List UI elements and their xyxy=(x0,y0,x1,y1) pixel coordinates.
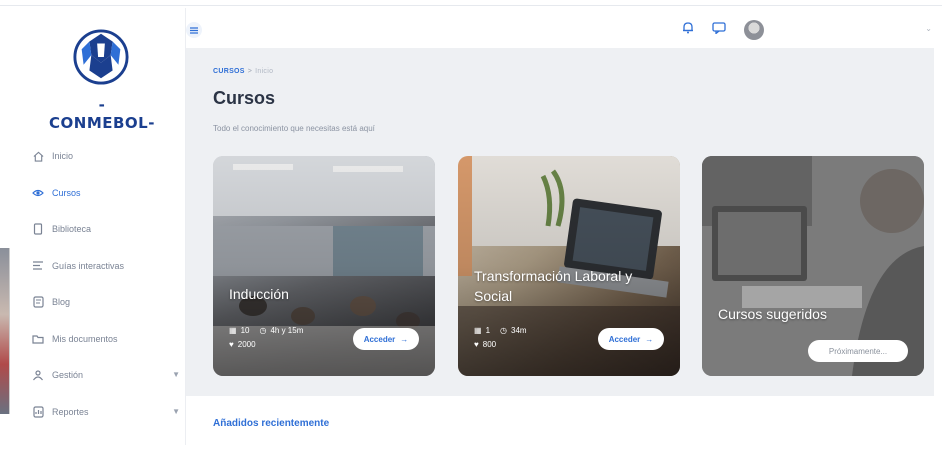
card-title: Cursos sugeridos xyxy=(718,306,827,322)
recently-added-section: Añadidos recientemente xyxy=(186,396,934,445)
card-title: Inducción xyxy=(229,286,289,302)
header-actions xyxy=(682,20,764,40)
arrow-right-icon: → xyxy=(400,334,409,344)
home-icon xyxy=(30,148,46,164)
course-card-transformacion[interactable]: Transformación Laboral y Social ▦ 1 ◷ 34… xyxy=(458,156,680,376)
sidebar-item-label: Gestión xyxy=(52,370,84,381)
modules-count: 1 xyxy=(485,326,491,335)
card-title: Transformación Laboral y Social xyxy=(474,268,633,304)
breadcrumb-current: Inicio xyxy=(255,68,274,75)
clock-icon: ◷ xyxy=(259,326,267,335)
sidebar-item-label: Blog xyxy=(52,297,71,308)
page-title: Cursos xyxy=(213,88,276,108)
sidebar-item-label: Mis documentos xyxy=(52,333,118,344)
likes-count: 2000 xyxy=(237,340,256,349)
chevron-down-icon[interactable]: ⌄ xyxy=(925,24,932,33)
book-icon xyxy=(30,221,46,237)
folder-icon xyxy=(30,331,46,347)
sidebar-item-label: Cursos xyxy=(52,187,81,198)
avatar[interactable] xyxy=(744,20,764,40)
sidebar-item-label: Inicio xyxy=(52,151,74,162)
access-button-label: Acceder xyxy=(608,334,641,344)
arrow-right-icon: → xyxy=(645,334,654,344)
modules-count: 10 xyxy=(240,326,250,335)
modules-icon: ▦ xyxy=(229,326,237,335)
breadcrumb-separator: > xyxy=(247,68,253,75)
sidebar: -CONMEBOL- Inicio Cursos Biblioteca Guía… xyxy=(14,8,186,445)
sidebar-item-gestion[interactable]: Gestión ▼ xyxy=(30,357,180,394)
card-meta-row: ▦ 1 ◷ 34m xyxy=(474,326,527,335)
card-likes-row: ♥ 800 xyxy=(474,340,496,349)
section-title: Añadidos recientemente xyxy=(213,418,330,429)
clock-icon: ◷ xyxy=(500,326,507,335)
page-subtitle: Todo el conocimiento que necesitas está … xyxy=(213,124,375,133)
sidebar-item-inicio[interactable]: Inicio xyxy=(30,138,180,175)
coming-soon-button[interactable]: Próximamente... xyxy=(808,340,908,362)
card-likes-row: ♥ 2000 xyxy=(229,340,256,349)
bell-icon[interactable] xyxy=(682,21,694,39)
course-card-induccion[interactable]: Inducción ▦ 10 ◷ 4h y 15m ♥ 2000 Acceder… xyxy=(213,156,435,376)
sidebar-item-blog[interactable]: Blog xyxy=(30,284,180,321)
background-photo-edge xyxy=(0,248,10,414)
conmebol-ball-icon xyxy=(73,29,129,85)
duration: 4h y 15m xyxy=(270,326,304,335)
sidebar-item-label: Biblioteca xyxy=(52,224,92,235)
chat-icon[interactable] xyxy=(712,21,726,39)
sidebar-item-label: Reportes xyxy=(52,406,89,417)
heart-icon: ♥ xyxy=(229,340,234,349)
sidebar-item-guias[interactable]: Guías interactivas xyxy=(30,248,180,285)
eye-icon xyxy=(30,185,46,201)
course-card-sugeridos[interactable]: Cursos sugeridos Próximamente... xyxy=(702,156,924,376)
duration: 34m xyxy=(511,326,527,335)
hamburger-icon[interactable] xyxy=(186,22,202,38)
breadcrumb: CURSOS > Inicio xyxy=(213,68,273,75)
sidebar-item-cursos[interactable]: Cursos xyxy=(30,175,180,212)
access-button[interactable]: Acceder → xyxy=(353,328,419,350)
likes-count: 800 xyxy=(482,340,497,349)
sidebar-item-reportes[interactable]: Reportes ▼ xyxy=(30,394,180,431)
blog-icon xyxy=(30,294,46,310)
sidebar-nav: Inicio Cursos Biblioteca Guías interacti… xyxy=(30,138,180,430)
chart-icon xyxy=(30,404,46,420)
people-icon xyxy=(30,367,46,383)
conmebol-logo[interactable]: -CONMEBOL- xyxy=(49,28,154,132)
main-content: CURSOS > Inicio Cursos Todo el conocimient… xyxy=(186,48,934,396)
sidebar-item-label: Guías interactivas xyxy=(52,260,125,271)
sidebar-item-documentos[interactable]: Mis documentos xyxy=(30,321,180,358)
access-button-label: Acceder xyxy=(363,334,396,344)
chevron-down-icon[interactable]: ▼ xyxy=(172,370,180,379)
brand-wordmark: -CONMEBOL- xyxy=(49,96,155,132)
access-button[interactable]: Acceder → xyxy=(598,328,664,350)
breadcrumb-section[interactable]: CURSOS xyxy=(213,68,245,75)
modules-icon: ▦ xyxy=(474,326,482,335)
window-top-strip xyxy=(0,0,942,6)
list-icon xyxy=(30,258,46,274)
top-header: ⌄ xyxy=(186,8,934,48)
card-meta-row: ▦ 10 ◷ 4h y 15m xyxy=(229,326,303,335)
heart-icon: ♥ xyxy=(474,340,479,349)
sidebar-item-biblioteca[interactable]: Biblioteca xyxy=(30,211,180,248)
chevron-down-icon[interactable]: ▼ xyxy=(172,407,180,416)
